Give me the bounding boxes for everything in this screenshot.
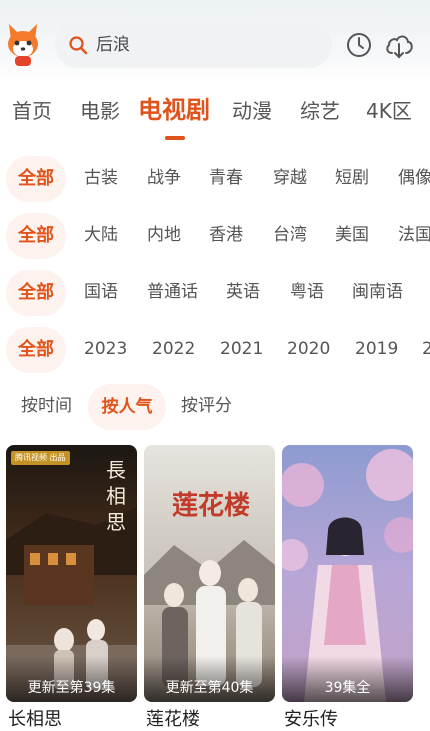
filter-option[interactable]: 2022 bbox=[152, 338, 195, 360]
filter-option[interactable]: 2 bbox=[422, 338, 430, 360]
filter-option[interactable]: 香港 bbox=[209, 224, 243, 246]
sort-by-popularity[interactable]: 按人气 bbox=[88, 384, 166, 430]
search-bar[interactable]: 后浪 bbox=[55, 22, 332, 68]
tab-tv-series[interactable]: 电视剧 bbox=[138, 95, 210, 125]
episode-status: 39集全 bbox=[324, 680, 371, 696]
filter-option[interactable]: 台湾 bbox=[273, 224, 307, 246]
filter-option[interactable]: 短剧 bbox=[335, 167, 369, 189]
filter-option[interactable]: 英语 bbox=[226, 281, 260, 303]
tab-home[interactable]: 首页 bbox=[12, 98, 52, 124]
sort-by-time[interactable]: 按时间 bbox=[21, 395, 72, 417]
active-tab-indicator bbox=[165, 136, 185, 140]
filter-option[interactable]: 古装 bbox=[84, 167, 118, 189]
video-card[interactable]: 莲花楼 更新至第40集 莲花楼 bbox=[144, 445, 275, 730]
search-query[interactable]: 后浪 bbox=[96, 34, 130, 56]
filter-region-all[interactable]: 全部 bbox=[6, 213, 66, 259]
filter-genre-all[interactable]: 全部 bbox=[6, 156, 66, 202]
filter-option[interactable]: 2020 bbox=[287, 338, 330, 360]
filter-option[interactable]: 青春 bbox=[209, 167, 243, 189]
video-title: 安乐传 bbox=[284, 709, 338, 730]
filter-option[interactable]: 穿越 bbox=[273, 167, 307, 189]
episode-status: 更新至第39集 bbox=[27, 680, 116, 696]
filter-option[interactable]: 大陆 bbox=[84, 224, 118, 246]
poster: 腾讯视频 出品 長相思 更新至第39集 bbox=[6, 445, 137, 702]
filter-row-region: 全部 大陆 内地 香港 台湾 美国 法国 bbox=[0, 211, 430, 261]
sort-row: 按时间 按人气 按评分 bbox=[0, 382, 430, 432]
filter-row-language: 全部 国语 普通话 英语 粤语 闽南语 bbox=[0, 268, 430, 318]
filter-option[interactable]: 粤语 bbox=[290, 281, 324, 303]
badge: 腾讯视频 出品 bbox=[11, 451, 70, 465]
video-title: 长相思 bbox=[8, 709, 62, 730]
tab-4k[interactable]: 4K区 bbox=[366, 98, 412, 124]
video-card[interactable]: 39集全 安乐传 bbox=[282, 445, 413, 730]
search-icon bbox=[69, 36, 88, 55]
filter-option[interactable]: 普通话 bbox=[147, 281, 198, 303]
filter-option[interactable]: 2019 bbox=[355, 338, 398, 360]
sort-by-rating[interactable]: 按评分 bbox=[181, 395, 232, 417]
tab-anime[interactable]: 动漫 bbox=[232, 98, 272, 124]
filter-row-year: 全部 2023 2022 2021 2020 2019 2 bbox=[0, 325, 430, 375]
tab-movie[interactable]: 电影 bbox=[80, 98, 120, 124]
episode-status: 更新至第40集 bbox=[165, 680, 254, 696]
filter-option[interactable]: 闽南语 bbox=[352, 281, 403, 303]
poster: 莲花楼 更新至第40集 bbox=[144, 445, 275, 702]
filter-option[interactable]: 内地 bbox=[147, 224, 181, 246]
filter-row-genre: 全部 古装 战争 青春 穿越 短剧 偶像 bbox=[0, 154, 430, 204]
clock-icon[interactable] bbox=[346, 32, 372, 58]
filter-option[interactable]: 2021 bbox=[220, 338, 263, 360]
filter-year-all[interactable]: 全部 bbox=[6, 327, 66, 373]
filter-option[interactable]: 战争 bbox=[147, 167, 181, 189]
poster-title: 長相思 bbox=[106, 458, 126, 534]
fox-logo-icon[interactable] bbox=[6, 22, 40, 68]
poster-title: 莲花楼 bbox=[172, 491, 251, 521]
category-tabs: 首页 电影 电视剧 动漫 综艺 4K区 bbox=[0, 82, 430, 146]
filter-option[interactable]: 法国 bbox=[398, 224, 430, 246]
video-card[interactable]: 腾讯视频 出品 長相思 更新至第39集 长相思 bbox=[6, 445, 137, 730]
filter-language-all[interactable]: 全部 bbox=[6, 270, 66, 316]
filter-option[interactable]: 2023 bbox=[84, 338, 127, 360]
poster: 39集全 bbox=[282, 445, 413, 702]
cloud-download-icon[interactable] bbox=[384, 32, 414, 60]
video-title: 莲花楼 bbox=[146, 709, 200, 730]
tab-variety[interactable]: 综艺 bbox=[300, 98, 340, 124]
filter-option[interactable]: 偶像 bbox=[398, 167, 430, 189]
filter-option[interactable]: 国语 bbox=[84, 281, 118, 303]
filter-option[interactable]: 美国 bbox=[335, 224, 369, 246]
